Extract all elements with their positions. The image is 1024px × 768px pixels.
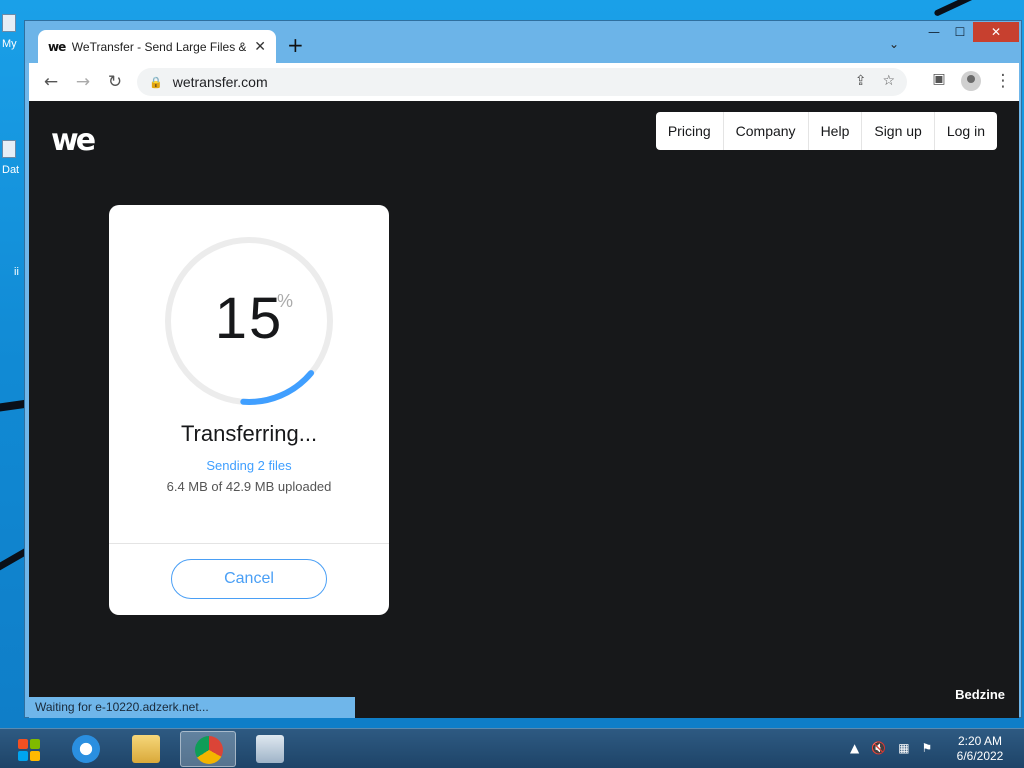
- volume-muted-icon[interactable]: 🔇: [871, 741, 886, 755]
- monitor-icon: [256, 735, 284, 763]
- wallpaper-streak: [933, 0, 1024, 17]
- title-bar: we WeTransfer - Send Large Files & ✕ + ⌄…: [25, 21, 1021, 63]
- profile-button[interactable]: [955, 71, 987, 96]
- wetransfer-favicon-icon: we: [48, 39, 66, 54]
- nav-log-in[interactable]: Log in: [933, 112, 997, 150]
- internet-explorer-icon: [72, 735, 100, 763]
- chrome-icon: [195, 736, 223, 764]
- wetransfer-logo[interactable]: we: [51, 123, 96, 158]
- forward-arrow-icon[interactable]: →: [67, 72, 99, 92]
- top-nav: Pricing Company Help Sign up Log in: [655, 112, 997, 150]
- browser-toolbar: ← → ↻ 🔒 wetransfer.com ⇪ ☆ ▣ ⋮: [29, 63, 1019, 101]
- avatar-icon: [961, 71, 981, 91]
- nav-help[interactable]: Help: [807, 112, 862, 150]
- taskbar: ▲ 🔇 ▦ ⚑ 2:20 AM 6/6/2022: [0, 728, 1024, 768]
- windows-logo-icon-part: [18, 751, 28, 761]
- desktop-icon-data[interactable]: Dat: [2, 140, 19, 176]
- desktop-icon-misc[interactable]: ii: [14, 266, 19, 278]
- menu-kebab-icon[interactable]: ⋮: [987, 71, 1019, 96]
- nav-sign-up[interactable]: Sign up: [861, 112, 933, 150]
- tab-close-icon[interactable]: ✕: [254, 38, 266, 55]
- transfer-status-title: Transferring...: [180, 421, 318, 446]
- transfer-subtitle: Sending 2 files: [206, 458, 292, 473]
- taskbar-monitor-app[interactable]: [242, 731, 298, 767]
- side-panel-icon[interactable]: ▣: [923, 71, 955, 96]
- url-text: wetransfer.com: [172, 74, 268, 90]
- maximize-button[interactable]: ☐: [947, 22, 973, 42]
- desktop-icon-my-computer[interactable]: My: [2, 14, 17, 50]
- lock-icon: 🔒: [149, 75, 163, 89]
- nav-pricing[interactable]: Pricing: [656, 112, 723, 150]
- percent-value: 15: [214, 286, 284, 351]
- card-divider: [109, 543, 389, 544]
- desktop-icon-label: My: [2, 38, 17, 50]
- address-bar[interactable]: 🔒 wetransfer.com ⇪ ☆: [137, 68, 907, 96]
- new-tab-button[interactable]: +: [287, 33, 304, 57]
- action-center-flag-icon[interactable]: ⚑: [922, 741, 933, 755]
- bookmark-star-icon[interactable]: ☆: [882, 73, 895, 89]
- tab-search-chevron-icon[interactable]: ⌄: [889, 37, 899, 51]
- close-window-button[interactable]: ✕: [973, 22, 1019, 42]
- browser-window: we WeTransfer - Send Large Files & ✕ + ⌄…: [24, 20, 1022, 718]
- back-arrow-icon[interactable]: ←: [35, 72, 67, 92]
- browser-status-bubble: Waiting for e-10220.adzerk.net...: [29, 697, 355, 718]
- transfer-card: 15 % Transferring... Sending 2 files 6.4…: [109, 205, 389, 615]
- windows-logo-icon-part: [30, 739, 40, 749]
- computer-icon: [2, 14, 16, 32]
- reload-icon[interactable]: ↻: [99, 72, 131, 92]
- taskbar-internet-explorer[interactable]: [58, 731, 114, 767]
- start-button[interactable]: [6, 733, 50, 765]
- clock-time: 2:20 AM: [957, 734, 1003, 748]
- clock-date: 6/6/2022: [956, 749, 1004, 763]
- taskbar-clock[interactable]: 2:20 AM 6/6/2022: [950, 734, 1010, 764]
- network-icon[interactable]: ▦: [898, 741, 909, 755]
- minimize-button[interactable]: —: [921, 22, 947, 42]
- share-icon[interactable]: ⇪: [855, 73, 867, 89]
- wallpaper-credit[interactable]: Bedzine: [955, 687, 1005, 702]
- cancel-button[interactable]: Cancel: [171, 559, 327, 599]
- desktop-icon-label: ii: [14, 266, 19, 278]
- tab-title: WeTransfer - Send Large Files &: [71, 39, 247, 54]
- wetransfer-page: we Pricing Company Help Sign up Log in 1…: [29, 101, 1019, 718]
- taskbar-file-explorer[interactable]: [118, 731, 174, 767]
- folder-icon: [132, 735, 160, 763]
- taskbar-chrome[interactable]: [180, 731, 236, 767]
- windows-logo-icon-part: [30, 751, 40, 761]
- system-tray: ▲ 🔇 ▦ ⚑: [850, 741, 932, 755]
- desktop-icon-label: Dat: [2, 164, 20, 176]
- transfer-size-detail: 6.4 MB of 42.9 MB uploaded: [166, 479, 332, 494]
- show-hidden-icons-arrow-icon[interactable]: ▲: [850, 741, 859, 755]
- browser-tab[interactable]: we WeTransfer - Send Large Files & ✕: [38, 30, 276, 63]
- folder-icon: [2, 140, 16, 158]
- progress-percentage: 15 %: [109, 285, 389, 352]
- nav-company[interactable]: Company: [722, 112, 808, 150]
- percent-symbol: %: [277, 291, 294, 311]
- windows-logo-icon: [18, 739, 28, 749]
